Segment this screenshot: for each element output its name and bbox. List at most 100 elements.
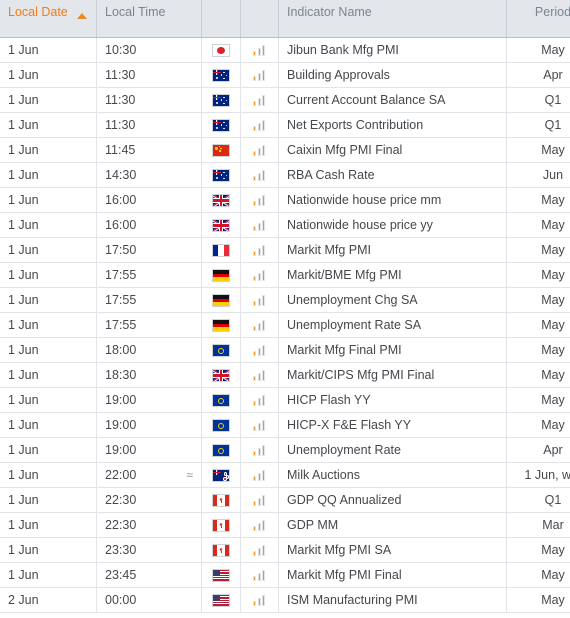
cell-indicator-name[interactable]: Caixin Mfg PMI Final xyxy=(278,137,507,163)
cell-local-date: 1 Jun xyxy=(0,512,97,538)
column-header-flag[interactable] xyxy=(201,0,241,38)
table-row[interactable]: 1 Jun11:30Net Exports ContributionQ1-0.1… xyxy=(0,112,570,138)
table-row[interactable]: 1 Jun17:55Markit/BME Mfg PMIMay64.0 xyxy=(0,262,570,288)
cell-period: Apr xyxy=(506,437,570,463)
cell-indicator-name[interactable]: GDP MM xyxy=(278,512,507,538)
cell-indicator-name[interactable]: Markit/CIPS Mfg PMI Final xyxy=(278,362,507,388)
cell-local-time: 17:50 xyxy=(96,237,202,263)
flag-european-union-icon xyxy=(212,344,230,358)
cell-period: May xyxy=(506,187,570,213)
cell-indicator-name[interactable]: RBA Cash Rate xyxy=(278,162,507,188)
cell-volatility xyxy=(240,337,279,363)
cell-indicator-name[interactable]: Nationwide house price yy xyxy=(278,212,507,238)
table-row[interactable]: 1 Jun22:00≈Milk Auctions1 Jun, w/e4,150 xyxy=(0,462,570,488)
cell-indicator-name[interactable]: Markit Mfg PMI Final xyxy=(278,562,507,588)
cell-country-flag xyxy=(201,37,241,63)
table-body: 1 Jun10:30Jibun Bank Mfg PMIMay52.51 Jun… xyxy=(0,37,570,613)
flag-united-kingdom-icon xyxy=(212,219,230,233)
flag-european-union-icon xyxy=(212,394,230,408)
cell-local-time: 18:00 xyxy=(96,337,202,363)
cell-local-time: 22:30 xyxy=(96,487,202,513)
table-row[interactable]: 1 Jun17:50Markit Mfg PMIMay59.2 xyxy=(0,237,570,263)
cell-local-date: 1 Jun xyxy=(0,87,97,113)
table-row[interactable]: 1 Jun11:30Building ApprovalsApr17.4% xyxy=(0,62,570,88)
table-row[interactable]: 1 Jun16:00Nationwide house price mmMay2.… xyxy=(0,187,570,213)
column-header-indicator-name[interactable]: Indicator Name xyxy=(278,0,507,38)
cell-indicator-name[interactable]: ISM Manufacturing PMI xyxy=(278,587,507,613)
cell-indicator-name[interactable]: Unemployment Rate xyxy=(278,437,507,463)
bar-chart-icon xyxy=(253,545,266,557)
cell-country-flag xyxy=(201,437,241,463)
cell-indicator-name[interactable]: Markit Mfg PMI xyxy=(278,237,507,263)
cell-indicator-name[interactable]: Net Exports Contribution xyxy=(278,112,507,138)
cell-country-flag xyxy=(201,562,241,588)
cell-volatility xyxy=(240,437,279,463)
local-time-value: 14:30 xyxy=(105,168,137,182)
cell-period: May xyxy=(506,412,570,438)
table-row[interactable]: 1 Jun16:00Nationwide house price yyMay7.… xyxy=(0,212,570,238)
cell-indicator-name[interactable]: Unemployment Chg SA xyxy=(278,287,507,313)
table-row[interactable]: 1 Jun14:30RBA Cash RateJun0.10% xyxy=(0,162,570,188)
bar-chart-icon xyxy=(253,295,266,307)
cell-country-flag xyxy=(201,312,241,338)
cell-local-time: 22:00 ≈ xyxy=(96,462,202,488)
table-row[interactable]: 2 Jun00:00ISM Manufacturing PMIMay60.7 xyxy=(0,587,570,613)
table-row[interactable]: 1 Jun18:30Markit/CIPS Mfg PMI FinalMay66… xyxy=(0,362,570,388)
cell-indicator-name[interactable]: Markit/BME Mfg PMI xyxy=(278,262,507,288)
flag-germany-icon xyxy=(212,319,230,333)
column-header-period[interactable]: Period xyxy=(506,0,570,38)
cell-country-flag xyxy=(201,237,241,263)
cell-indicator-name[interactable]: Markit Mfg Final PMI xyxy=(278,337,507,363)
bar-chart-icon xyxy=(253,345,266,357)
cell-indicator-name[interactable]: Building Approvals xyxy=(278,62,507,88)
cell-period: May xyxy=(506,362,570,388)
table-row[interactable]: 1 Jun10:30Jibun Bank Mfg PMIMay52.5 xyxy=(0,37,570,63)
table-row[interactable]: 1 Jun22:30GDP MMMar0.4% xyxy=(0,512,570,538)
flag-united-states-icon xyxy=(212,594,230,608)
cell-local-date: 1 Jun xyxy=(0,387,97,413)
column-header-volatility[interactable] xyxy=(240,0,279,38)
table-row[interactable]: 1 Jun19:00HICP-X F&E Flash YYMay0.8% xyxy=(0,412,570,438)
table-row[interactable]: 1 Jun19:00Unemployment RateApr8.1% xyxy=(0,437,570,463)
cell-indicator-name[interactable]: HICP-X F&E Flash YY xyxy=(278,412,507,438)
table-row[interactable]: 1 Jun17:55Unemployment Chg SAMay9k xyxy=(0,287,570,313)
approximate-time-icon: ≈ xyxy=(186,468,193,482)
bar-chart-icon xyxy=(253,195,266,207)
cell-indicator-name[interactable]: Markit Mfg PMI SA xyxy=(278,537,507,563)
cell-indicator-name[interactable]: Current Account Balance SA xyxy=(278,87,507,113)
table-row[interactable]: 1 Jun11:45Caixin Mfg PMI FinalMay51.9 xyxy=(0,137,570,163)
table-row[interactable]: 1 Jun18:00Markit Mfg Final PMIMay62.8 xyxy=(0,337,570,363)
cell-local-date: 1 Jun xyxy=(0,62,97,88)
cell-indicator-name[interactable]: Nationwide house price mm xyxy=(278,187,507,213)
bar-chart-icon xyxy=(253,595,266,607)
cell-indicator-name[interactable]: Jibun Bank Mfg PMI xyxy=(278,37,507,63)
column-header-local-date[interactable]: Local Date xyxy=(0,0,97,38)
cell-country-flag xyxy=(201,187,241,213)
table-row[interactable]: 1 Jun22:30GDP QQ AnnualizedQ19.6% xyxy=(0,487,570,513)
cell-local-time: 16:00 xyxy=(96,212,202,238)
cell-volatility xyxy=(240,212,279,238)
column-header-local-date-label: Local Date xyxy=(8,5,68,19)
table-row[interactable]: 1 Jun23:30Markit Mfg PMI SAMay57.2 xyxy=(0,537,570,563)
cell-volatility xyxy=(240,587,279,613)
cell-local-date: 1 Jun xyxy=(0,137,97,163)
cell-volatility xyxy=(240,112,279,138)
bar-chart-icon xyxy=(253,320,266,332)
cell-local-time: 22:30 xyxy=(96,512,202,538)
cell-indicator-name[interactable]: GDP QQ Annualized xyxy=(278,487,507,513)
table-row[interactable]: 1 Jun19:00HICP Flash YYMay1.6% xyxy=(0,387,570,413)
cell-volatility xyxy=(240,62,279,88)
flag-canada-icon xyxy=(212,494,230,508)
column-header-local-time[interactable]: Local Time xyxy=(96,0,202,38)
bar-chart-icon xyxy=(253,420,266,432)
table-row[interactable]: 1 Jun23:45Markit Mfg PMI FinalMay61.5 xyxy=(0,562,570,588)
cell-indicator-name[interactable]: Unemployment Rate SA xyxy=(278,312,507,338)
cell-indicator-name[interactable]: Milk Auctions xyxy=(278,462,507,488)
cell-local-time: 00:00 xyxy=(96,587,202,613)
cell-country-flag xyxy=(201,362,241,388)
table-row[interactable]: 1 Jun17:55Unemployment Rate SAMay6.0% xyxy=(0,312,570,338)
table-row[interactable]: 1 Jun11:30Current Account Balance SAQ114… xyxy=(0,87,570,113)
cell-volatility xyxy=(240,87,279,113)
column-header-local-time-label: Local Time xyxy=(105,5,166,19)
cell-indicator-name[interactable]: HICP Flash YY xyxy=(278,387,507,413)
